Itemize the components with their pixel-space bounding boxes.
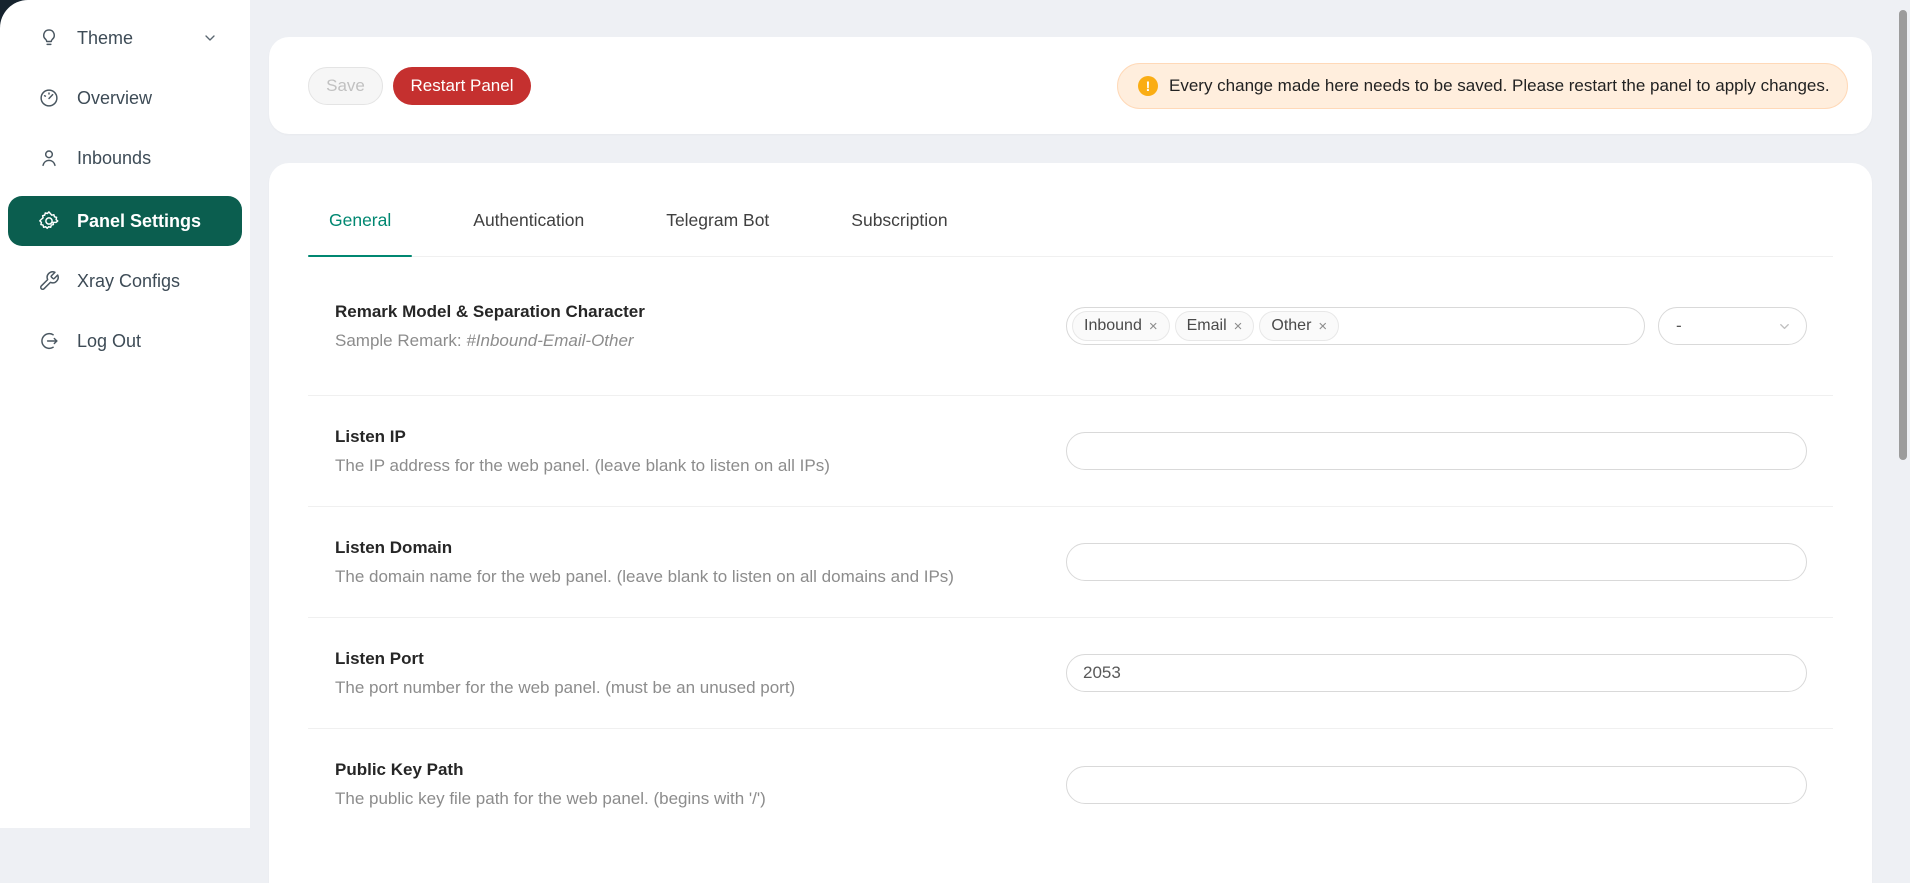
row-title: Listen Port xyxy=(335,649,1066,669)
tag-label: Inbound xyxy=(1084,317,1142,335)
form-row-listen-ip: Listen IP The IP address for the web pan… xyxy=(308,396,1833,507)
sample-remark-value: #Inbound-Email-Other xyxy=(466,331,633,350)
tab-subscription[interactable]: Subscription xyxy=(830,210,968,256)
row-title: Listen Domain xyxy=(335,538,1066,558)
tag-close-icon[interactable]: × xyxy=(1318,319,1327,334)
row-description: The IP address for the web panel. (leave… xyxy=(335,456,1066,476)
sidebar-item-xray-configs[interactable]: Xray Configs xyxy=(10,259,240,303)
settings-card: General Authentication Telegram Bot Subs… xyxy=(269,163,1872,883)
form-row-listen-domain: Listen Domain The domain name for the we… xyxy=(308,507,1833,618)
sidebar-item-label: Inbounds xyxy=(77,148,151,169)
restart-panel-button[interactable]: Restart Panel xyxy=(393,67,531,105)
gear-icon xyxy=(38,210,60,232)
remark-model-tags-input[interactable]: Inbound × Email × Other × xyxy=(1066,307,1645,345)
sidebar-item-overview[interactable]: Overview xyxy=(10,76,240,120)
listen-ip-input[interactable] xyxy=(1066,432,1807,470)
lightbulb-icon xyxy=(38,27,60,49)
sidebar-item-label: Log Out xyxy=(77,331,141,352)
sidebar: Theme Overview Inbounds Panel Settings X… xyxy=(0,0,250,828)
row-title: Public Key Path xyxy=(335,760,1066,780)
separation-character-select[interactable]: - xyxy=(1658,307,1807,345)
dashboard-icon xyxy=(38,87,60,109)
sidebar-item-theme[interactable]: Theme xyxy=(10,16,240,60)
sidebar-item-inbounds[interactable]: Inbounds xyxy=(10,136,240,180)
general-settings-form: Remark Model & Separation Character Samp… xyxy=(308,257,1833,840)
listen-port-input[interactable] xyxy=(1066,654,1807,692)
tab-telegram-bot[interactable]: Telegram Bot xyxy=(645,210,790,256)
user-icon xyxy=(38,147,60,169)
toolbar-card: Save Restart Panel ! Every change made h… xyxy=(269,37,1872,134)
public-key-path-input[interactable] xyxy=(1066,766,1807,804)
sidebar-item-label: Overview xyxy=(77,88,152,109)
tag-inbound: Inbound × xyxy=(1072,311,1170,341)
settings-tabs: General Authentication Telegram Bot Subs… xyxy=(308,163,1833,257)
sidebar-item-label: Theme xyxy=(77,28,133,49)
form-row-public-key-path: Public Key Path The public key file path… xyxy=(308,729,1833,840)
form-row-remark-model: Remark Model & Separation Character Samp… xyxy=(308,257,1833,396)
row-description: The port number for the web panel. (must… xyxy=(335,678,1066,698)
sample-remark-label: Sample Remark: xyxy=(335,331,466,350)
sidebar-item-panel-settings[interactable]: Panel Settings xyxy=(8,196,242,246)
tag-close-icon[interactable]: × xyxy=(1149,319,1158,334)
chevron-down-icon xyxy=(202,30,218,46)
restart-warning-alert: ! Every change made here needs to be sav… xyxy=(1117,63,1848,109)
row-title: Listen IP xyxy=(335,427,1066,447)
chevron-down-icon xyxy=(1777,319,1792,334)
tag-email: Email × xyxy=(1175,311,1255,341)
sidebar-item-label: Panel Settings xyxy=(77,211,201,232)
save-button[interactable]: Save xyxy=(308,67,383,105)
listen-domain-input[interactable] xyxy=(1066,543,1807,581)
row-description: The domain name for the web panel. (leav… xyxy=(335,567,1066,587)
warning-icon: ! xyxy=(1138,76,1158,96)
tab-authentication[interactable]: Authentication xyxy=(452,210,605,256)
row-title: Remark Model & Separation Character xyxy=(335,302,1066,322)
tag-label: Email xyxy=(1187,317,1227,335)
form-row-listen-port: Listen Port The port number for the web … xyxy=(308,618,1833,729)
vertical-scrollbar[interactable] xyxy=(1899,10,1907,460)
wrench-icon xyxy=(38,270,60,292)
select-value: - xyxy=(1676,316,1777,336)
tag-label: Other xyxy=(1271,317,1311,335)
alert-text: Every change made here needs to be saved… xyxy=(1169,76,1830,96)
row-description: Sample Remark: #Inbound-Email-Other xyxy=(335,331,1066,351)
tag-close-icon[interactable]: × xyxy=(1234,319,1243,334)
sidebar-item-log-out[interactable]: Log Out xyxy=(10,319,240,363)
row-description: The public key file path for the web pan… xyxy=(335,789,1066,809)
sidebar-item-label: Xray Configs xyxy=(77,271,180,292)
logout-icon xyxy=(38,330,60,352)
tab-general[interactable]: General xyxy=(308,210,412,256)
tag-other: Other × xyxy=(1259,311,1339,341)
